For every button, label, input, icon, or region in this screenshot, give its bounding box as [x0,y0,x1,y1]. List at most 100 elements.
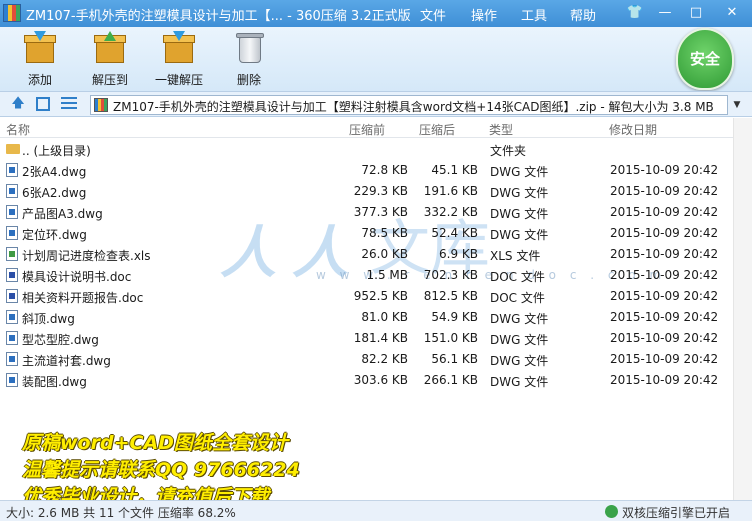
menu-help[interactable]: 帮助 [570,5,596,24]
column-packed-size[interactable]: 压缩前 [349,121,385,138]
column-modified-date[interactable]: 修改日期 [609,121,657,138]
file-date: 2015-10-09 20:42 [610,163,719,177]
status-bar: 大小: 2.6 MB 共 11 个文件 压缩率 68.2% 双核压缩引擎已开启 [0,500,752,521]
file-packed-size: 78.5 KB [361,226,408,240]
window-title: ZM107-手机外壳的注塑模具设计与加工【... - 360压缩 3.2正式版 [26,9,411,24]
file-packed-size: 952.5 KB [353,289,408,303]
file-date: 2015-10-09 20:42 [610,247,719,261]
file-compressed-size: 151.0 KB [423,331,478,345]
archive-icon [94,98,108,112]
path-input[interactable]: ZM107-手机外壳的注塑模具设计与加工【塑料注射模具含word文档+14张CA… [90,95,728,115]
column-type[interactable]: 类型 [489,121,513,138]
trash-icon [231,31,267,65]
file-type: DOC 文件 [490,291,545,305]
column-compressed-size[interactable]: 压缩后 [419,121,455,138]
file-type: DWG 文件 [490,186,549,200]
doc-file-icon [6,268,18,282]
chevron-down-icon[interactable]: ▼ [728,95,746,115]
list-view-icon[interactable] [61,97,77,111]
menu-file[interactable]: 文件 [420,5,446,24]
table-row[interactable]: 6张A2.dwg 229.3 KB 191.6 KB DWG 文件 2015-1… [0,181,733,202]
file-type: DWG 文件 [490,165,549,179]
table-row[interactable]: 相关资料开题报告.doc 952.5 KB 812.5 KB DOC 文件 20… [0,286,733,307]
address-bar: 🡅 ZM107-手机外壳的注塑模具设计与加工【塑料注射模具含word文档+14张… [0,91,752,117]
file-packed-size: 72.8 KB [361,163,408,177]
file-name: 装配图.dwg [22,375,87,389]
parent-directory-row[interactable]: .. (上级目录) 文件夹 [0,139,733,160]
menu-tools[interactable]: 工具 [521,5,547,24]
add-button[interactable]: 添加 [20,31,60,88]
file-packed-size: 82.2 KB [361,352,408,366]
file-date: 2015-10-09 20:42 [610,205,719,219]
file-compressed-size: 266.1 KB [423,373,478,387]
file-name: 2张A4.dwg [22,165,87,179]
file-compressed-size: 702.3 KB [423,268,478,282]
table-row[interactable]: 主流道衬套.dwg 82.2 KB 56.1 KB DWG 文件 2015-10… [0,349,733,370]
table-row[interactable]: 装配图.dwg 303.6 KB 266.1 KB DWG 文件 2015-10… [0,370,733,391]
path-text: ZM107-手机外壳的注塑模具设计与加工【塑料注射模具含word文档+14张CA… [113,100,714,114]
file-packed-size: 81.0 KB [361,310,408,324]
file-compressed-size: 45.1 KB [431,163,478,177]
delete-label: 删除 [236,73,261,87]
table-row[interactable]: 模具设计说明书.doc 1.5 MB 702.3 KB DOC 文件 2015-… [0,265,733,286]
file-date: 2015-10-09 20:42 [610,373,719,387]
column-headers: 名称 压缩前 压缩后 类型 修改日期 [0,118,752,138]
table-row[interactable]: 2张A4.dwg 72.8 KB 45.1 KB DWG 文件 2015-10-… [0,160,733,181]
extract-to-icon [92,31,128,65]
engine-status-text[interactable]: 双核压缩引擎已开启 [622,504,730,521]
file-date: 2015-10-09 20:42 [610,226,719,240]
delete-button[interactable]: 删除 [228,31,270,88]
minimize-icon[interactable]: — [655,3,675,23]
dwg-file-icon [6,331,18,345]
vertical-scrollbar[interactable] [733,118,752,500]
app-logo-icon [3,4,21,22]
promo-line: 原稿word+CAD图纸全套设计 [22,432,288,454]
skin-shirt-icon[interactable]: 👕 [625,3,645,23]
folder-icon [6,144,20,154]
extract-to-button[interactable]: 解压到 [88,31,132,88]
table-row[interactable]: 产品图A3.dwg 377.3 KB 332.2 KB DWG 文件 2015-… [0,202,733,223]
dwg-file-icon [6,226,18,240]
file-type: DWG 文件 [490,354,549,368]
table-row[interactable]: 型芯型腔.dwg 181.4 KB 151.0 KB DWG 文件 2015-1… [0,328,733,349]
toolbar: 添加 解压到 一键解压 删除 [0,27,752,91]
file-packed-size: 181.4 KB [353,331,408,345]
file-type: DWG 文件 [490,312,549,326]
column-name[interactable]: 名称 [6,121,30,138]
status-summary: 大小: 2.6 MB 共 11 个文件 压缩率 68.2% [6,506,236,520]
menu-operations[interactable]: 操作 [471,5,497,24]
promo-line: 温馨提示请联系QQ 97666224 [22,459,300,481]
file-compressed-size: 6.9 KB [439,247,478,261]
dwg-file-icon [6,373,18,387]
one-click-extract-button[interactable]: 一键解压 [153,31,205,88]
security-shield-icon[interactable]: 安全 [676,28,734,90]
file-name: 型芯型腔.dwg [22,333,99,347]
add-archive-icon [22,31,58,65]
maximize-icon[interactable]: □ [686,3,706,23]
close-icon[interactable]: ✕ [718,3,746,23]
table-row[interactable]: 斜顶.dwg 81.0 KB 54.9 KB DWG 文件 2015-10-09… [0,307,733,328]
file-name: 产品图A3.dwg [22,207,103,221]
file-date: 2015-10-09 20:42 [610,184,719,198]
xls-file-icon [6,247,18,261]
file-date: 2015-10-09 20:42 [610,331,719,345]
file-name: 相关资料开题报告.doc [22,291,144,305]
file-type: DWG 文件 [490,375,549,389]
dwg-file-icon [6,205,18,219]
doc-file-icon [6,289,18,303]
thumbnail-view-icon[interactable] [36,97,50,111]
engine-status-icon [605,505,618,518]
file-packed-size: 1.5 MB [366,268,408,282]
title-bar: ZM107-手机外壳的注塑模具设计与加工【... - 360压缩 3.2正式版 … [0,0,752,27]
file-name: 6张A2.dwg [22,186,87,200]
file-date: 2015-10-09 20:42 [610,289,719,303]
up-arrow-icon[interactable]: 🡅 [10,96,26,112]
one-click-extract-icon [161,31,197,65]
dwg-file-icon [6,184,18,198]
dwg-file-icon [6,310,18,324]
table-row[interactable]: 定位环.dwg 78.5 KB 52.4 KB DWG 文件 2015-10-0… [0,223,733,244]
file-type: 文件夹 [490,144,527,158]
file-compressed-size: 191.6 KB [423,184,478,198]
table-row[interactable]: 计划周记进度检查表.xls 26.0 KB 6.9 KB XLS 文件 2015… [0,244,733,265]
file-name: 定位环.dwg [22,228,87,242]
